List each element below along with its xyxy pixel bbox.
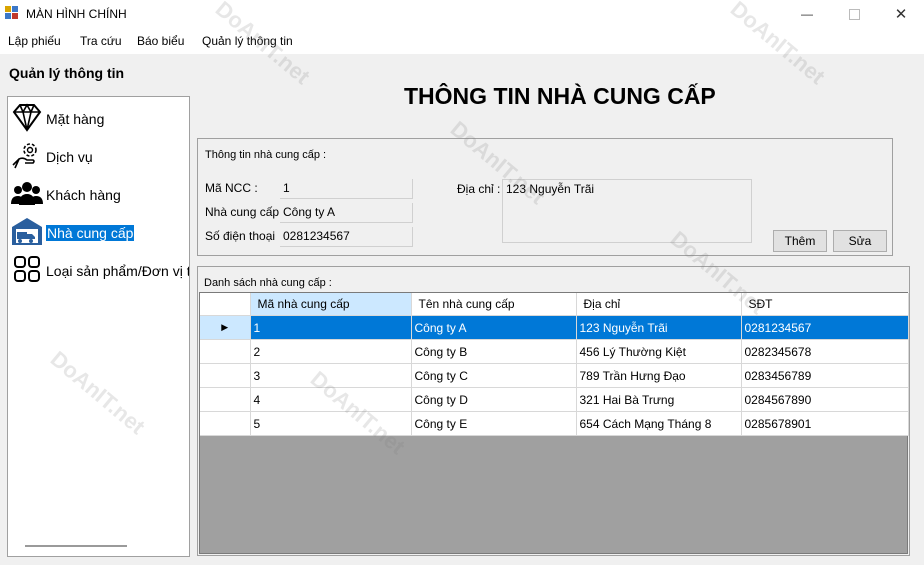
column-header-ten-ncc[interactable]: Tên nhà cung cấp (411, 293, 577, 316)
table-row[interactable]: ▶ 1 Công ty A 123 Nguyễn Trãi 0281234567 (200, 315, 909, 340)
page-title: THÔNG TIN NHÀ CUNG CẤP (404, 83, 716, 109)
table-row[interactable]: 4 Công ty D 321 Hai Bà Trưng 0284567890 (200, 387, 909, 412)
cell-dia-chi[interactable]: 789 Trần Hưng Đạo (576, 363, 742, 388)
table-row[interactable]: 3 Công ty C 789 Trần Hưng Đạo 0283456789 (200, 363, 909, 388)
row-header-selected[interactable]: ▶ (200, 315, 251, 340)
info-group-caption: Thông tin nhà cung cấp : (204, 149, 328, 161)
close-button[interactable]: ✕ (878, 0, 924, 28)
maximize-button[interactable] (831, 0, 877, 28)
row-header[interactable] (200, 411, 251, 436)
cell-sdt[interactable]: 0281234567 (741, 315, 909, 340)
cell-sdt[interactable]: 0283456789 (741, 363, 909, 388)
minimize-button[interactable]: — (784, 0, 830, 28)
cell-ma-ncc[interactable]: 3 (250, 363, 412, 388)
sidebar-item-label: Mặt hàng (46, 111, 105, 127)
address-label: Địa chỉ : (457, 182, 501, 196)
warehouse-truck-icon (12, 218, 42, 245)
menu-quan-ly-thong-tin[interactable]: Quản lý thông tin (202, 34, 293, 48)
sidebar-item-mat-hang[interactable]: Mặt hàng (8, 99, 189, 135)
close-icon: ✕ (894, 6, 908, 23)
sidebar: Mặt hàng Dịch vụ Khách hàng Nhà cung cấp (7, 96, 190, 557)
sidebar-title: Quản lý thông tin (9, 65, 125, 81)
row-header[interactable] (200, 387, 251, 412)
sidebar-item-khach-hang[interactable]: Khách hàng (8, 175, 189, 211)
service-hand-icon (12, 143, 37, 169)
column-header-sdt[interactable]: SĐT (741, 293, 909, 316)
menu-lap-phieu[interactable]: Lập phiếu (8, 34, 61, 48)
supplier-grid[interactable]: Mã nhà cung cấp Tên nhà cung cấp Địa chỉ… (199, 292, 909, 554)
sidebar-item-nha-cung-cap[interactable]: Nhà cung cấp (8, 213, 189, 249)
cell-ten-ncc[interactable]: Công ty C (411, 363, 577, 388)
row-header[interactable] (200, 339, 251, 364)
cell-ma-ncc[interactable]: 2 (250, 339, 412, 364)
categories-icon (14, 256, 40, 282)
list-group-caption: Danh sách nhà cung cấp : (203, 277, 333, 289)
row-header[interactable] (200, 363, 251, 388)
phone-field[interactable]: 0281234567 (280, 227, 413, 247)
sidebar-item-label: Nhà cung cấp (46, 225, 135, 241)
table-row[interactable]: 5 Công ty E 654 Cách Mạng Tháng 8 028567… (200, 411, 909, 436)
phone-label: Số điện thoại (205, 229, 276, 243)
cell-ten-ncc[interactable]: Công ty E (411, 411, 577, 436)
maximize-icon (848, 8, 860, 20)
window-title: MÀN HÌNH CHÍNH (26, 7, 127, 21)
edit-button[interactable]: Sửa (833, 230, 887, 252)
sidebar-item-label: Dịch vụ (46, 149, 93, 165)
cell-dia-chi[interactable]: 123 Nguyễn Trãi (576, 315, 742, 340)
cell-sdt[interactable]: 0282345678 (741, 339, 909, 364)
menu-bao-bieu[interactable]: Báo biểu (137, 34, 184, 48)
grid-header-row: Mã nhà cung cấp Tên nhà cung cấp Địa chỉ… (200, 293, 909, 316)
ma-ncc-field[interactable]: 1 (280, 179, 413, 199)
sidebar-item-dich-vu[interactable]: Dịch vụ (8, 137, 189, 173)
sidebar-item-loai-san-pham[interactable]: Loại sản phẩm/Đơn vị t (8, 251, 189, 287)
cell-dia-chi[interactable]: 654 Cách Mạng Tháng 8 (576, 411, 742, 436)
cell-dia-chi[interactable]: 456 Lý Thường Kiệt (576, 339, 742, 364)
current-row-arrow-icon: ▶ (221, 322, 229, 332)
cell-ten-ncc[interactable]: Công ty B (411, 339, 577, 364)
cell-ten-ncc[interactable]: Công ty A (411, 315, 577, 340)
cell-sdt[interactable]: 0284567890 (741, 387, 909, 412)
sidebar-item-label: Loại sản phẩm/Đơn vị t (46, 263, 189, 279)
sidebar-scrollbar[interactable] (25, 545, 127, 547)
grid-corner-header[interactable] (200, 293, 251, 316)
menu-tra-cuu[interactable]: Tra cứu (80, 34, 122, 48)
table-row[interactable]: 2 Công ty B 456 Lý Thường Kiệt 028234567… (200, 339, 909, 364)
column-header-dia-chi[interactable]: Địa chỉ (576, 293, 742, 316)
customers-icon (11, 182, 43, 205)
cell-sdt[interactable]: 0285678901 (741, 411, 909, 436)
sidebar-item-label: Khách hàng (46, 187, 121, 203)
supplier-name-field[interactable]: Công ty A (280, 203, 413, 223)
cell-ma-ncc[interactable]: 4 (250, 387, 412, 412)
cell-ma-ncc[interactable]: 5 (250, 411, 412, 436)
add-button[interactable]: Thêm (773, 230, 827, 252)
supplier-name-label: Nhà cung cấp : (205, 205, 286, 219)
column-header-ma-ncc[interactable]: Mã nhà cung cấp (250, 293, 412, 316)
app-icon (5, 6, 18, 19)
address-field[interactable]: 123 Nguyễn Trãi (502, 179, 752, 243)
cell-ma-ncc[interactable]: 1 (250, 315, 412, 340)
diamond-icon (12, 103, 42, 132)
ma-ncc-label: Mã NCC : (205, 181, 258, 195)
minimize-icon: — (801, 7, 813, 21)
cell-dia-chi[interactable]: 321 Hai Bà Trưng (576, 387, 742, 412)
cell-ten-ncc[interactable]: Công ty D (411, 387, 577, 412)
